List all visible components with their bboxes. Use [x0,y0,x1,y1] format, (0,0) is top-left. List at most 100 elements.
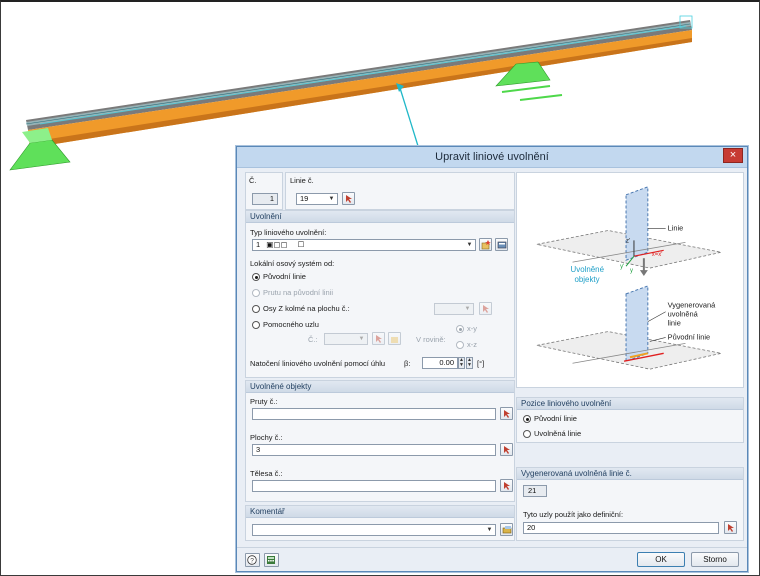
pick-cursor-icon [376,335,382,343]
pick-nodes-button[interactable] [724,521,737,534]
new-node-button[interactable] [388,332,401,345]
radio-position-original[interactable] [523,415,531,423]
line-number-group: Linie č. 19 ▼ [285,172,515,210]
position-header: Pozice liniového uvolnění [517,398,743,410]
radio-auxiliary-node[interactable] [252,321,260,329]
members-label: Pruty č.: [250,397,278,406]
label-axis-y2: y [630,268,633,274]
nodes-definition-label: Tyto uzly použít jako definiční: [523,510,624,519]
release-type-label: Typ liniového uvolnění: [250,228,327,237]
chevron-down-icon: ▼ [328,196,335,202]
pick-cursor-icon [504,446,510,454]
generated-line-group: Vygenerovaná uvolněná linie č. 21 Tyto u… [516,467,744,541]
release-type-value: ☐ [297,240,305,249]
radio-original-line[interactable] [252,273,260,281]
beta-unit: [°] [477,359,485,368]
help-button[interactable]: ? [245,553,260,567]
release-header: Uvolnění [246,211,514,223]
beta-spinner[interactable]: ▲ ▼ [458,357,465,369]
edit-icon [497,241,507,249]
label-original-line: Původní linie [668,332,711,341]
radio-auxiliary-node-label: Pomocného uzlu [263,320,319,329]
in-plane-label: V rovině: [416,335,446,344]
pick-solids-button[interactable] [500,479,513,492]
surface-number-select[interactable]: ▼ [434,303,474,315]
pick-line-button[interactable] [342,192,355,205]
help-icon: ? [247,555,257,565]
released-objects-header: Uvolněné objekty [246,381,514,393]
radio-plane-xy-label: x-y [467,324,477,333]
node-number-select[interactable]: ▼ [324,333,368,345]
pick-surface-button[interactable] [479,302,492,315]
library-icon [502,526,512,534]
radio-position-released-label: Uvolněná linie [534,429,582,438]
label-axis-z: z' [626,238,630,244]
label-generated-3: linie [668,319,681,328]
label-released-objects-2: objekty [575,275,600,284]
pick-surfaces-button[interactable] [500,443,513,456]
release-group: Uvolnění Typ liniového uvolnění: 1 ▣▢▢ ☐… [245,210,515,378]
new-release-type-button[interactable] [479,238,492,251]
ok-button[interactable]: OK [637,552,685,567]
cancel-button[interactable]: Storno [691,552,739,567]
radio-axis-z-surface-label: Osy Z kolmé na plochu č.: [263,304,350,313]
label-axis-x: x=x' [652,252,663,258]
pick-members-button[interactable] [500,407,513,420]
dialog-title: Upravit liniové uvolnění [435,151,549,163]
pick-cursor-icon [504,410,510,418]
pick-cursor-icon [346,195,352,203]
label-axis-y1: y' [620,264,624,270]
members-input[interactable] [252,408,496,420]
number-group: Č. 1 [245,172,283,210]
edit-line-release-dialog: Upravit liniové uvolnění × Č. 1 Linie č.… [236,146,748,572]
label-released-objects-1: Uvolněné [571,265,605,274]
release-type-number: 1 [256,240,261,249]
chevron-down-icon: ▼ [486,527,493,533]
comment-library-button[interactable] [500,523,513,536]
local-axis-label: Lokální osový systém od: [250,259,335,268]
pick-node-button[interactable] [372,332,385,345]
dialog-footer: ? OK Storno [237,547,747,571]
radio-axis-z-surface[interactable] [252,305,260,313]
nodes-definition-input[interactable]: 20 [523,522,719,534]
comment-group: Komentář ▼ [245,505,515,541]
number-field: 1 [252,193,278,205]
close-button[interactable]: × [723,148,743,163]
label-generated-1: Vygenerovaná [668,301,716,310]
radio-position-original-label: Původní linie [534,414,577,423]
radio-plane-xy[interactable] [456,325,464,333]
node-number-label: Č.: [308,335,318,344]
svg-text:?: ? [250,558,254,565]
edit-release-type-button[interactable] [495,238,508,251]
radio-plane-xz[interactable] [456,341,464,349]
pick-cursor-icon [483,305,489,313]
beta-input[interactable]: 0.00 [422,357,458,369]
label-linie: Linie [668,223,684,232]
pick-cursor-icon [728,524,734,532]
upper-arrow-down-head [639,270,648,277]
comment-header: Komentář [246,506,514,518]
generated-line-header: Vygenerovaná uvolněná linie č. [517,468,743,480]
released-objects-group: Uvolněné objekty Pruty č.: Plochy č.: 3 … [245,380,515,502]
units-icon [267,556,275,564]
beta-spinner-2[interactable]: ▲ ▼ [466,357,473,369]
pick-cursor-icon [504,482,510,490]
chevron-down-icon: ▼ [464,306,471,312]
number-label: Č. [249,176,257,185]
line-number-select[interactable]: 19 ▼ [296,193,338,205]
line-number-label: Linie č. [290,176,314,185]
release-type-select[interactable]: 1 ▣▢▢ ☐ ▼ [252,239,476,251]
comment-select[interactable]: ▼ [252,524,496,536]
calculator-button[interactable] [264,553,279,567]
dialog-titlebar[interactable]: Upravit liniové uvolnění × [237,147,747,168]
surfaces-input[interactable]: 3 [252,444,496,456]
new-icon [481,240,491,250]
radio-position-released[interactable] [523,430,531,438]
rotation-label: Natočení liniového uvolnění pomocí úhlu [250,359,386,368]
solids-input[interactable] [252,480,496,492]
surfaces-label: Plochy č.: [250,433,283,442]
radio-member-on-line[interactable] [252,289,260,297]
original-leader [649,337,666,342]
release-type-symbols: ▣▢▢ [266,240,288,249]
lower-vertical-plate [625,285,649,362]
